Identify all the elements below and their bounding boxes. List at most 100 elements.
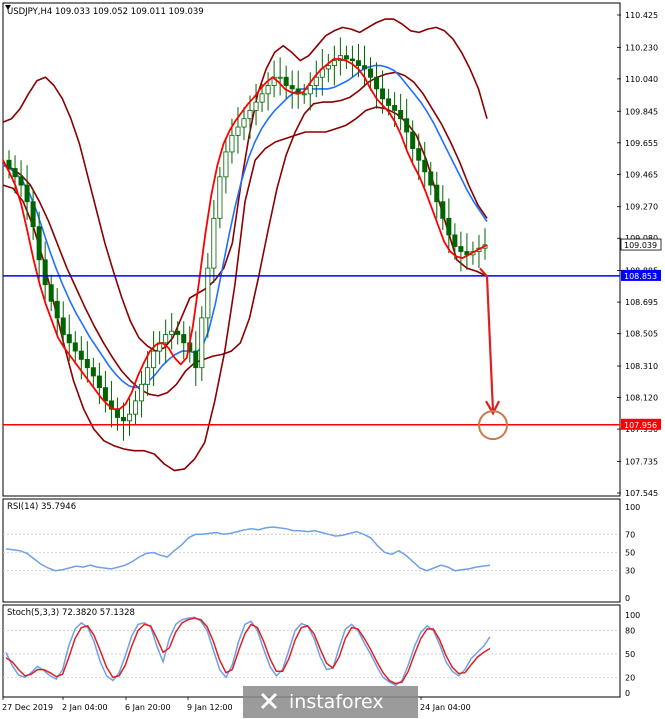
time-label: 9 Jan 12:00 — [187, 703, 233, 712]
candle-body — [42, 259, 48, 286]
candle-body — [175, 330, 181, 335]
candle-body — [114, 408, 120, 418]
stoch-tick-label: 50 — [625, 650, 635, 659]
candle-body — [235, 126, 241, 136]
candle-body — [96, 375, 102, 389]
rsi-tick-label: 50 — [625, 549, 635, 558]
candle-body — [355, 60, 361, 67]
symbol-header: USDJPY,H4 109.033 109.052 109.011 109.03… — [7, 7, 204, 17]
support-price-label: 108.853 — [621, 269, 661, 281]
candle-body — [343, 55, 349, 60]
time-label: 27 Dec 2019 — [2, 703, 53, 712]
candle-body — [289, 85, 295, 90]
candle-body — [12, 168, 18, 178]
svg-text:108.853: 108.853 — [624, 272, 657, 281]
candle-body — [247, 110, 253, 120]
price-tick-label: 109.845 — [625, 107, 658, 116]
candle-body — [313, 76, 319, 86]
candle-body — [78, 350, 84, 360]
candle-body — [380, 88, 386, 100]
candle-body — [84, 358, 90, 369]
candle-body — [374, 76, 380, 90]
price-panel — [2, 2, 621, 497]
price-tick-label: 108.695 — [625, 298, 658, 307]
stoch-panel — [2, 604, 621, 698]
stoch-tick-label: 100 — [625, 611, 640, 620]
candle-body — [265, 85, 271, 95]
candle-body — [301, 93, 307, 96]
price-tick-label: 110.040 — [625, 75, 658, 84]
candle-body — [211, 217, 217, 269]
candle-body — [349, 58, 355, 62]
candle-body — [428, 171, 434, 186]
candle-body — [440, 201, 446, 219]
price-tick-label: 108.120 — [625, 394, 658, 403]
time-label: 2 Jan 04:00 — [62, 703, 108, 712]
candle-body — [259, 93, 265, 103]
candle-body — [102, 387, 108, 402]
candle-body — [48, 284, 54, 302]
price-tick-label: 107.735 — [625, 457, 658, 466]
candle-body — [223, 151, 229, 178]
candle-body — [331, 60, 337, 67]
candle-body — [325, 65, 331, 70]
stoch-tick-label: 20 — [625, 673, 635, 682]
candle-body — [72, 342, 78, 352]
candle-body — [416, 148, 422, 161]
candle-body — [90, 367, 96, 377]
target-price-label: 107.956 — [621, 418, 661, 430]
price-tick-label: 110.230 — [625, 43, 658, 52]
candle-body — [277, 76, 283, 79]
rsi-panel — [2, 498, 621, 603]
candle-body — [145, 367, 151, 385]
candle-body — [133, 400, 139, 415]
rsi-header: RSI(14) 35.7946 — [7, 502, 76, 512]
candle-body — [199, 317, 205, 369]
candle-body — [452, 234, 458, 247]
rsi-tick-label: 100 — [625, 503, 640, 512]
candle-body — [169, 330, 175, 335]
candle-body — [151, 350, 157, 369]
candle-body — [54, 300, 60, 319]
candle-body — [434, 184, 440, 203]
candle-body — [422, 159, 428, 173]
candle-body — [127, 413, 133, 422]
candle-body — [181, 334, 187, 344]
candle-body — [368, 68, 374, 78]
candle-body — [253, 101, 259, 111]
price-tick-label: 109.465 — [625, 170, 658, 179]
candle-body — [163, 334, 169, 344]
candle-body — [386, 98, 392, 106]
candle-body — [139, 383, 145, 402]
candle-body — [241, 118, 247, 128]
candle-body — [404, 118, 410, 133]
rsi-tick-label: 0 — [625, 594, 630, 603]
candle-body — [283, 76, 289, 86]
candle-body — [66, 334, 72, 344]
candle-body — [120, 417, 126, 422]
candle-body — [307, 85, 313, 95]
rsi-tick-label: 70 — [625, 530, 635, 539]
candle-body — [392, 105, 398, 111]
price-tick-label: 108.505 — [625, 330, 658, 339]
stoch-header: Stoch(5,3,3) 72.3820 57.1328 — [7, 608, 135, 618]
stoch-tick-label: 0 — [625, 689, 630, 698]
candle-body — [398, 110, 404, 120]
stoch-tick-label: 80 — [625, 627, 635, 636]
candle-body — [193, 350, 199, 369]
candle-body — [36, 226, 42, 261]
candle-body — [60, 317, 66, 335]
candle-body — [361, 65, 367, 70]
price-tick-label: 110.425 — [625, 11, 658, 20]
candle-body — [24, 184, 30, 203]
price-tick-label: 107.545 — [625, 489, 658, 498]
current-price-label: 109.039 — [620, 238, 662, 251]
chart-canvas: 110.425 110.230 110.040 109.845 109.655 109.4… — [2, 2, 662, 718]
candle-body — [410, 131, 416, 150]
watermark: instaforex — [243, 686, 418, 718]
rsi-tick-label: 30 — [625, 567, 635, 576]
price-tick-label: 109.655 — [625, 139, 658, 148]
time-label: 24 Jan 04:00 — [420, 703, 471, 712]
candle-body — [229, 134, 235, 153]
svg-text:109.039: 109.039 — [624, 241, 657, 250]
